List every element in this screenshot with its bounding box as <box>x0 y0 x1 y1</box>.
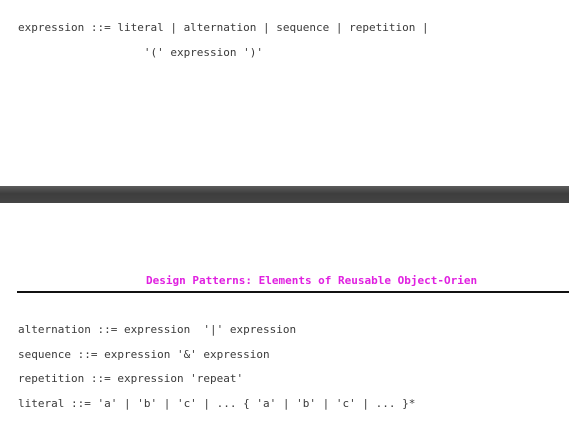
header-rule <box>17 291 569 293</box>
grammar-line-expression-continued: '(' expression ')' <box>18 46 264 59</box>
document-page-top: expression ::= literal | alternation | s… <box>0 0 569 186</box>
running-header-title: Design Patterns: Elements of Reusable Ob… <box>146 274 478 287</box>
grammar-line-literal: literal ::= 'a' | 'b' | 'c' | ... { 'a' … <box>18 397 416 410</box>
grammar-line-sequence: sequence ::= expression '&' expression <box>18 348 270 361</box>
page-divider <box>0 186 569 203</box>
document-page-bottom: Design Patterns: Elements of Reusable Ob… <box>0 203 569 435</box>
grammar-line-expression: expression ::= literal | alternation | s… <box>18 21 429 34</box>
grammar-line-alternation: alternation ::= expression '|' expressio… <box>18 323 297 336</box>
grammar-line-repetition: repetition ::= expression 'repeat' <box>18 372 244 385</box>
